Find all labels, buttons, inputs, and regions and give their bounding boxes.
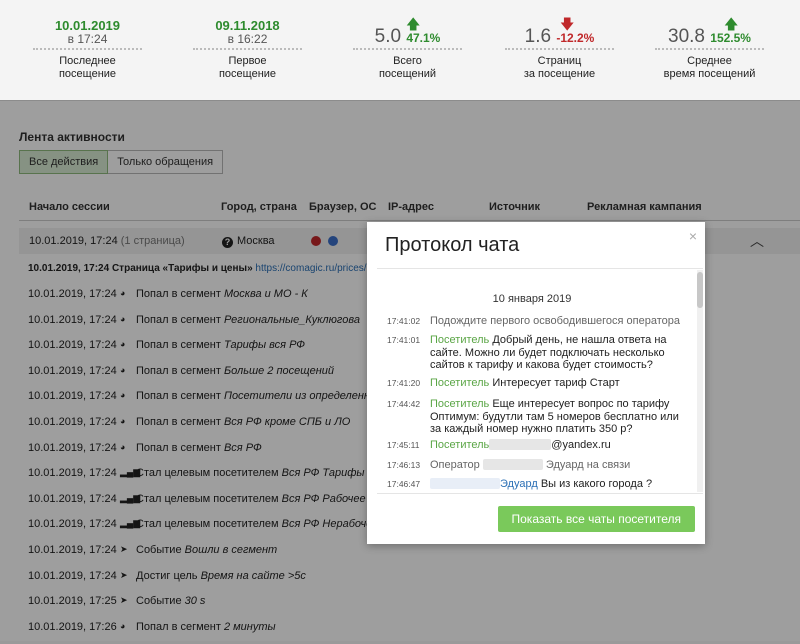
modal-title: Протокол чата bbox=[385, 234, 520, 256]
redacted-text bbox=[430, 478, 500, 489]
divider bbox=[655, 48, 764, 50]
divider bbox=[505, 48, 614, 50]
divider bbox=[193, 48, 302, 50]
metric-value: 1.6 -12.2% bbox=[524, 26, 595, 47]
close-icon[interactable]: × bbox=[689, 228, 697, 244]
stat-label: Всего посещений bbox=[378, 55, 437, 80]
stat-label: Первое посещение bbox=[218, 55, 277, 80]
visitor-stats: 10.01.2019 в 17:24 Последнее посещение 09… bbox=[0, 0, 800, 101]
stat-time: в 17:24 bbox=[67, 32, 108, 46]
stat-label: Среднее время посещений bbox=[663, 55, 756, 80]
stat-time: в 16:22 bbox=[227, 32, 268, 46]
chat-date: 10 января 2019 bbox=[492, 293, 572, 305]
divider bbox=[33, 48, 142, 50]
divider bbox=[353, 48, 462, 50]
metric-value: 5.0 47.1% bbox=[374, 26, 441, 47]
chat-log[interactable]: 10 января 2019 17:41:02 Подождите первог… bbox=[377, 268, 703, 494]
metric-value: 30.8 152.5% bbox=[668, 26, 751, 47]
redacted-text bbox=[482, 459, 543, 470]
stat-value: 10.01.2019 bbox=[54, 18, 121, 33]
stat-value: 09.11.2018 bbox=[215, 18, 280, 33]
stat-label: Страниц за посещение bbox=[523, 55, 596, 80]
stat-label: Последнее посещение bbox=[58, 55, 117, 80]
chat-protocol-modal: Протокол чата × 10 января 2019 17:41:02 … bbox=[367, 222, 705, 544]
show-all-chats-button[interactable]: Показать все чаты посетителя bbox=[497, 506, 695, 532]
chat-scroll-thumb[interactable] bbox=[697, 272, 703, 308]
redacted-text bbox=[489, 439, 552, 450]
